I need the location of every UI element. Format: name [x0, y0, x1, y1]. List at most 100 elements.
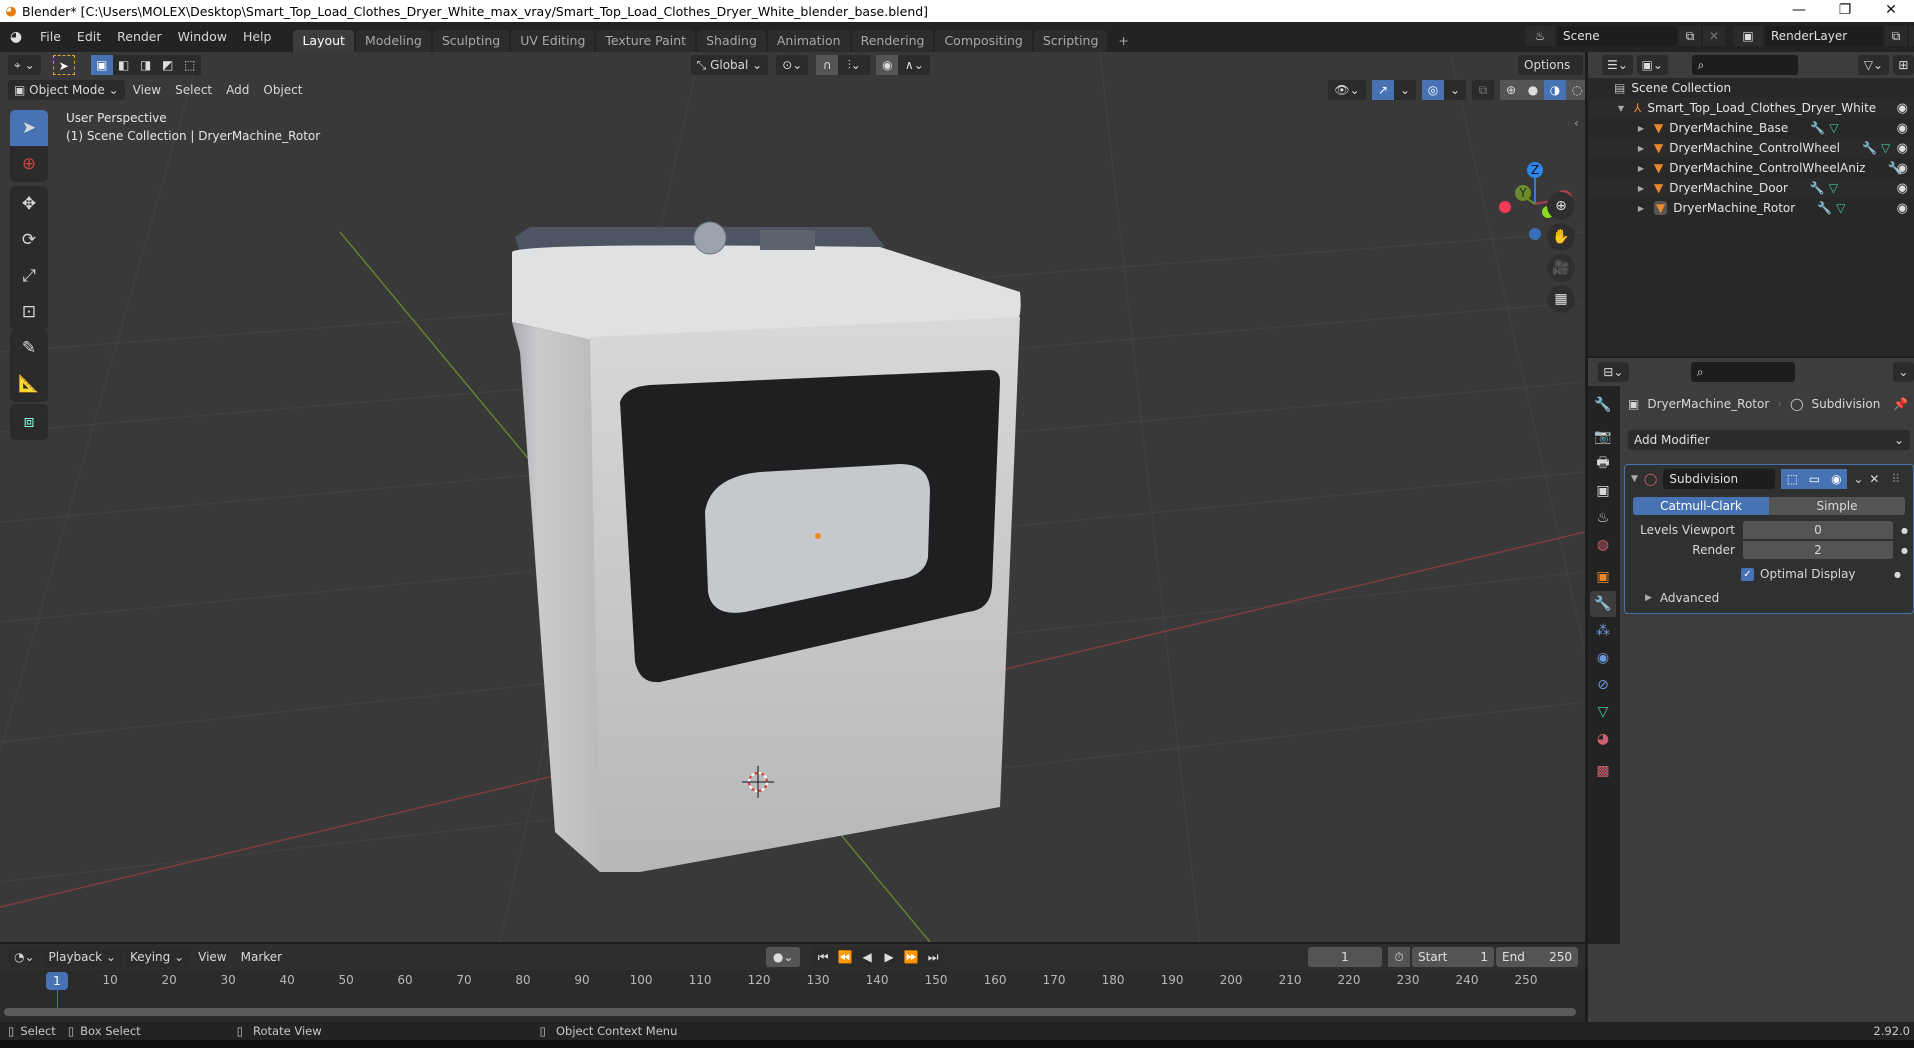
scene-delete-icon[interactable]: ✕ [1703, 26, 1725, 46]
snap-target-dropdown[interactable]: ⫶⌄ [838, 55, 871, 75]
select-box-tool-icon[interactable]: ➤ [10, 110, 48, 146]
outliner-object-row[interactable]: ▶ ▼ DryerMachine_ControlWheelAniz 🔧 ◉ [1588, 158, 1914, 178]
tab-compositing[interactable]: Compositing [935, 30, 1032, 52]
outliner-object-row[interactable]: ▶ ▼ DryerMachine_ControlWheel 🔧 ▽ ◉ [1588, 138, 1914, 158]
view-menu[interactable]: View [127, 80, 167, 100]
optimal-display-checkbox[interactable]: ✓ [1741, 567, 1754, 581]
drag-handle-icon[interactable]: ⠿ [1891, 472, 1900, 486]
properties-editor-type-icon[interactable]: ⊟⌄ [1598, 362, 1629, 382]
playback-menu[interactable]: Playback ⌄ [42, 947, 122, 967]
mesh-data-tab-icon[interactable]: ▽ [1590, 699, 1616, 725]
properties-options-dropdown[interactable]: ⌄ [1892, 362, 1914, 382]
minimize-button[interactable]: — [1776, 0, 1822, 22]
rendered-shading-icon[interactable]: ◌ [1566, 80, 1585, 100]
expand-arrow-icon[interactable]: ▶ [1634, 124, 1648, 133]
mesh-data-icon[interactable]: ▽ [1881, 141, 1890, 155]
keyframe-dot-icon[interactable]: ● [1901, 546, 1908, 555]
blender-menu-icon[interactable]: ◕ [0, 29, 32, 45]
outliner-object-row-active[interactable]: ▶ ▼ DryerMachine_Rotor 🔧 ▽ ◉ [1588, 198, 1914, 218]
current-frame-field[interactable]: 1 [1308, 947, 1382, 967]
pivot-point-dropdown[interactable]: ⊙⌄ [776, 55, 809, 75]
view-layer-browse-icon[interactable]: ▣ [1733, 26, 1763, 46]
tab-layout[interactable]: Layout [293, 30, 354, 52]
mesh-data-icon[interactable]: ▽ [1836, 201, 1845, 215]
visibility-eye-icon[interactable]: ◉ [1897, 181, 1908, 196]
outliner-scene-collection[interactable]: ▤ Scene Collection [1588, 78, 1914, 98]
expand-arrow-icon[interactable]: ▶ [1634, 164, 1648, 173]
3d-viewport[interactable]: Z X Y Z ⌖ ⌄ ➤ ▣ ◧ ◨ ◩ ⬚ ⤡ Global ⌄ ⊙⌄ ∩ … [0, 52, 1585, 942]
modifier-wrench-icon[interactable]: 🔧 [1862, 141, 1877, 155]
select-new-icon[interactable]: ▣ [90, 55, 113, 75]
constraints-tab-icon[interactable]: ⊘ [1590, 672, 1616, 698]
wireframe-shading-icon[interactable]: ⊕ [1500, 80, 1522, 100]
menu-help[interactable]: Help [235, 22, 280, 52]
tab-modeling[interactable]: Modeling [355, 30, 431, 52]
material-tab-icon[interactable]: ◕ [1590, 726, 1616, 752]
catmull-clark-button[interactable]: Catmull-Clark [1633, 497, 1769, 515]
sidebar-expand-icon[interactable]: ‹ [1574, 116, 1579, 130]
render-layer-delete-icon[interactable]: ✕ [1909, 26, 1914, 46]
visibility-dropdown[interactable]: 👁⌄ [1328, 80, 1366, 100]
zoom-icon[interactable]: ⊕ [1547, 192, 1575, 220]
world-tab-icon[interactable]: ◍ [1590, 532, 1616, 558]
edit-mode-toggle-icon[interactable]: ⬚ [1781, 469, 1804, 489]
texture-tab-icon[interactable]: ▩ [1590, 758, 1616, 784]
select-extend-icon[interactable]: ◧ [112, 55, 135, 75]
render-layer-field[interactable]: RenderLayer [1765, 26, 1883, 46]
render-toggle-icon[interactable]: ◉ [1825, 469, 1848, 489]
annotate-tool-icon[interactable]: ✎ [10, 330, 48, 366]
mesh-data-icon[interactable]: ▽ [1829, 181, 1838, 195]
render-tab-icon[interactable]: 📷 [1590, 424, 1616, 450]
particles-tab-icon[interactable]: ⁂ [1590, 618, 1616, 644]
expand-arrow-icon[interactable]: ▶ [1634, 204, 1648, 213]
playhead-frame-badge[interactable]: 1 [46, 972, 68, 990]
expand-arrow-icon[interactable]: ▶ [1634, 144, 1648, 153]
outliner-editor-type-icon[interactable]: ☰⌄ [1602, 55, 1633, 75]
output-tab-icon[interactable]: 🖶 [1590, 451, 1616, 477]
proportional-edit-icon[interactable]: ◉ [876, 55, 899, 75]
rotate-tool-icon[interactable]: ⟳ [10, 222, 48, 258]
add-cube-tool-icon[interactable]: ⧈ [10, 404, 48, 440]
scene-browse-icon[interactable]: ♨ [1525, 26, 1555, 46]
timeline-view-menu[interactable]: View [192, 947, 232, 967]
outliner-object-row[interactable]: ▶ ▼ DryerMachine_Base 🔧 ▽ ◉ [1588, 118, 1914, 138]
measure-tool-icon[interactable]: 📐 [10, 366, 48, 402]
pan-hand-icon[interactable]: ✋ [1547, 223, 1575, 251]
scene-name-field[interactable]: Scene [1557, 26, 1677, 46]
gizmo-dropdown[interactable]: ⌄ [1394, 80, 1416, 100]
select-menu[interactable]: Select [169, 80, 218, 100]
tab-shading[interactable]: Shading [697, 30, 766, 52]
tab-rendering[interactable]: Rendering [851, 30, 934, 52]
timeline-scrollbar[interactable] [4, 1008, 1576, 1016]
expand-arrow-icon[interactable]: ▼ [1614, 104, 1628, 113]
preview-range-icon[interactable]: ⏱ [1388, 947, 1410, 967]
pin-icon[interactable]: 📌 [1893, 397, 1908, 411]
properties-search-input[interactable]: ⌕ [1690, 362, 1795, 382]
levels-viewport-field[interactable]: 0 [1743, 521, 1893, 539]
cursor-tool-icon[interactable]: ⊕ [10, 146, 48, 182]
timeline-editor-type-icon[interactable]: ◔⌄ [8, 947, 41, 967]
physics-tab-icon[interactable]: ◉ [1590, 645, 1616, 671]
modifier-name-field[interactable]: Subdivision [1663, 469, 1776, 489]
modifier-tab-icon[interactable]: 🔧 [1590, 591, 1616, 617]
keyframe-dot-icon[interactable]: ● [1901, 526, 1908, 535]
object-tab-icon[interactable]: ▣ [1590, 564, 1616, 590]
remove-modifier-icon[interactable]: ✕ [1869, 472, 1879, 486]
mode-dropdown[interactable]: ▣ Object Mode ⌄ [8, 80, 125, 100]
add-menu[interactable]: Add [220, 80, 255, 100]
next-keyframe-icon[interactable]: ⏩ [900, 947, 923, 967]
proportional-falloff-dropdown[interactable]: ∧⌄ [898, 55, 931, 75]
frame-ruler[interactable]: 10 20 30 40 50 60 70 80 90 100 110 120 130 140 150 160 1… [0, 970, 1585, 1008]
perspective-toggle-icon[interactable]: ▦ [1547, 285, 1575, 313]
xray-toggle-icon[interactable]: ⧉ [1472, 80, 1494, 100]
scene-copy-icon[interactable]: ⧉ [1679, 26, 1701, 46]
visibility-eye-icon[interactable]: ◉ [1897, 101, 1908, 116]
tool-tab-icon[interactable]: 🔧 [1590, 392, 1616, 418]
tab-uv-editing[interactable]: UV Editing [511, 30, 595, 52]
add-workspace-button[interactable]: + [1109, 30, 1137, 52]
scene-tab-icon[interactable]: ♨ [1590, 505, 1616, 531]
select-subtract-icon[interactable]: ◨ [134, 55, 157, 75]
visibility-eye-icon[interactable]: ◉ [1897, 161, 1908, 176]
modifier-wrench-icon[interactable]: 🔧 [1810, 181, 1825, 195]
menu-window[interactable]: Window [170, 22, 235, 52]
